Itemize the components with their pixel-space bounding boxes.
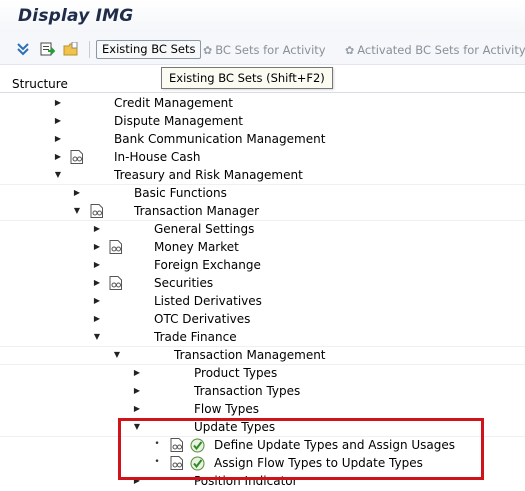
tree-node[interactable]: ▶ In-House Cash [0, 148, 525, 166]
expand-arrow-icon[interactable]: ▶ [132, 364, 142, 382]
tree-node[interactable]: ▼ Transaction Management [0, 346, 525, 364]
tree-node[interactable]: ▶ Transaction Types [0, 382, 525, 400]
tree-node[interactable]: ▶ Basic Functions [0, 184, 525, 202]
documentation-icon[interactable] [90, 204, 104, 218]
highlight-box [118, 418, 484, 480]
tree-node-label: Dispute Management [114, 114, 243, 128]
tree-node[interactable]: ▶ Securities [0, 274, 525, 292]
tree-node-label: Listed Derivatives [154, 294, 262, 308]
tree-node[interactable]: ▶ Product Types [0, 364, 525, 382]
tree-node-label: General Settings [154, 222, 255, 236]
expand-arrow-icon[interactable]: ▶ [53, 148, 63, 166]
tree-node-label: Transaction Management [174, 348, 326, 362]
tree-node[interactable]: ▶ General Settings [0, 220, 525, 238]
tree-node-label: OTC Derivatives [154, 312, 251, 326]
expand-arrow-icon[interactable]: ▶ [92, 220, 102, 238]
tree-node-label: Treasury and Risk Management [114, 168, 303, 182]
tree-node-label: In-House Cash [114, 150, 201, 164]
tree-node[interactable]: ▶ Dispute Management [0, 112, 525, 130]
tree-node[interactable]: ▼ Transaction Manager [0, 202, 525, 220]
collapse-arrow-icon[interactable]: ▼ [92, 328, 102, 346]
tree-node[interactable]: ▶ Bank Communication Management [0, 130, 525, 148]
expand-arrow-icon[interactable]: ▶ [132, 400, 142, 418]
collapse-arrow-icon[interactable]: ▼ [72, 202, 82, 220]
tree-node-label: Trade Finance [154, 330, 237, 344]
tree-node-label: Bank Communication Management [114, 132, 326, 146]
expand-arrow-icon[interactable]: ▶ [92, 238, 102, 256]
tooltip: Existing BC Sets (Shift+F2) [161, 67, 333, 89]
structure-header-label: Structure [12, 77, 68, 91]
documentation-icon[interactable] [109, 276, 123, 290]
application-toolbar: Existing BC Sets ✿ BC Sets for Activity ✿… [0, 33, 525, 65]
existing-bc-sets-button[interactable]: Existing BC Sets [96, 40, 202, 59]
tree-node[interactable]: ▶ Listed Derivatives [0, 292, 525, 310]
tree-node-label: Product Types [194, 366, 278, 380]
tree-node-label: Transaction Manager [134, 204, 260, 218]
tree-node[interactable]: ▶ OTC Derivatives [0, 310, 525, 328]
expand-arrow-icon[interactable]: ▶ [92, 310, 102, 328]
page-title: Display IMG [18, 6, 134, 26]
documentation-icon[interactable] [70, 150, 84, 164]
toolbar-separator [89, 41, 90, 58]
expand-arrow-icon[interactable]: ▶ [72, 184, 82, 202]
activated-bc-sets-label: Activated BC Sets for Activity [357, 43, 525, 57]
activated-bc-set-icon: ✿ [345, 44, 355, 57]
tree-node-label: Foreign Exchange [154, 258, 261, 272]
folder-icon[interactable] [62, 40, 80, 58]
collapse-arrow-icon[interactable]: ▼ [112, 346, 122, 364]
expand-arrow-icon[interactable]: ▶ [92, 256, 102, 274]
expand-arrow-icon[interactable]: ▶ [92, 274, 102, 292]
tree-node[interactable]: ▶ Credit Management [0, 94, 525, 112]
tree-node-label: Credit Management [114, 96, 233, 110]
bc-sets-for-activity-button[interactable]: ✿ BC Sets for Activity [203, 41, 326, 59]
expand-arrow-icon[interactable]: ▶ [132, 382, 142, 400]
tree-node-label: Securities [154, 276, 214, 290]
collapse-arrow-icon[interactable]: ▼ [53, 166, 63, 184]
tree-node-label: Money Market [154, 240, 239, 254]
tree-node[interactable]: ▼ Treasury and Risk Management [0, 166, 525, 184]
expand-arrow-icon[interactable]: ▶ [53, 112, 63, 130]
tree-node-label: Flow Types [194, 402, 260, 416]
activated-bc-sets-button[interactable]: ✿ Activated BC Sets for Activity [345, 41, 525, 59]
expand-arrow-icon[interactable]: ▶ [53, 130, 63, 148]
where-used-icon[interactable] [38, 40, 56, 58]
expand-arrow-icon[interactable]: ▶ [53, 94, 63, 112]
tree-node[interactable]: ▼ Trade Finance [0, 328, 525, 346]
bc-sets-for-activity-label: BC Sets for Activity [215, 43, 326, 57]
tree-node[interactable]: ▶ Money Market [0, 238, 525, 256]
title-bar: Display IMG [0, 0, 525, 33]
expand-all-icon[interactable] [14, 40, 32, 58]
documentation-icon[interactable] [109, 240, 123, 254]
tree-node-label: Transaction Types [194, 384, 301, 398]
tree-node[interactable]: ▶ Foreign Exchange [0, 256, 525, 274]
tree-node-label: Basic Functions [134, 186, 227, 200]
expand-arrow-icon[interactable]: ▶ [92, 292, 102, 310]
bc-set-icon: ✿ [203, 44, 213, 57]
tree-node[interactable]: ▶ Flow Types [0, 400, 525, 418]
